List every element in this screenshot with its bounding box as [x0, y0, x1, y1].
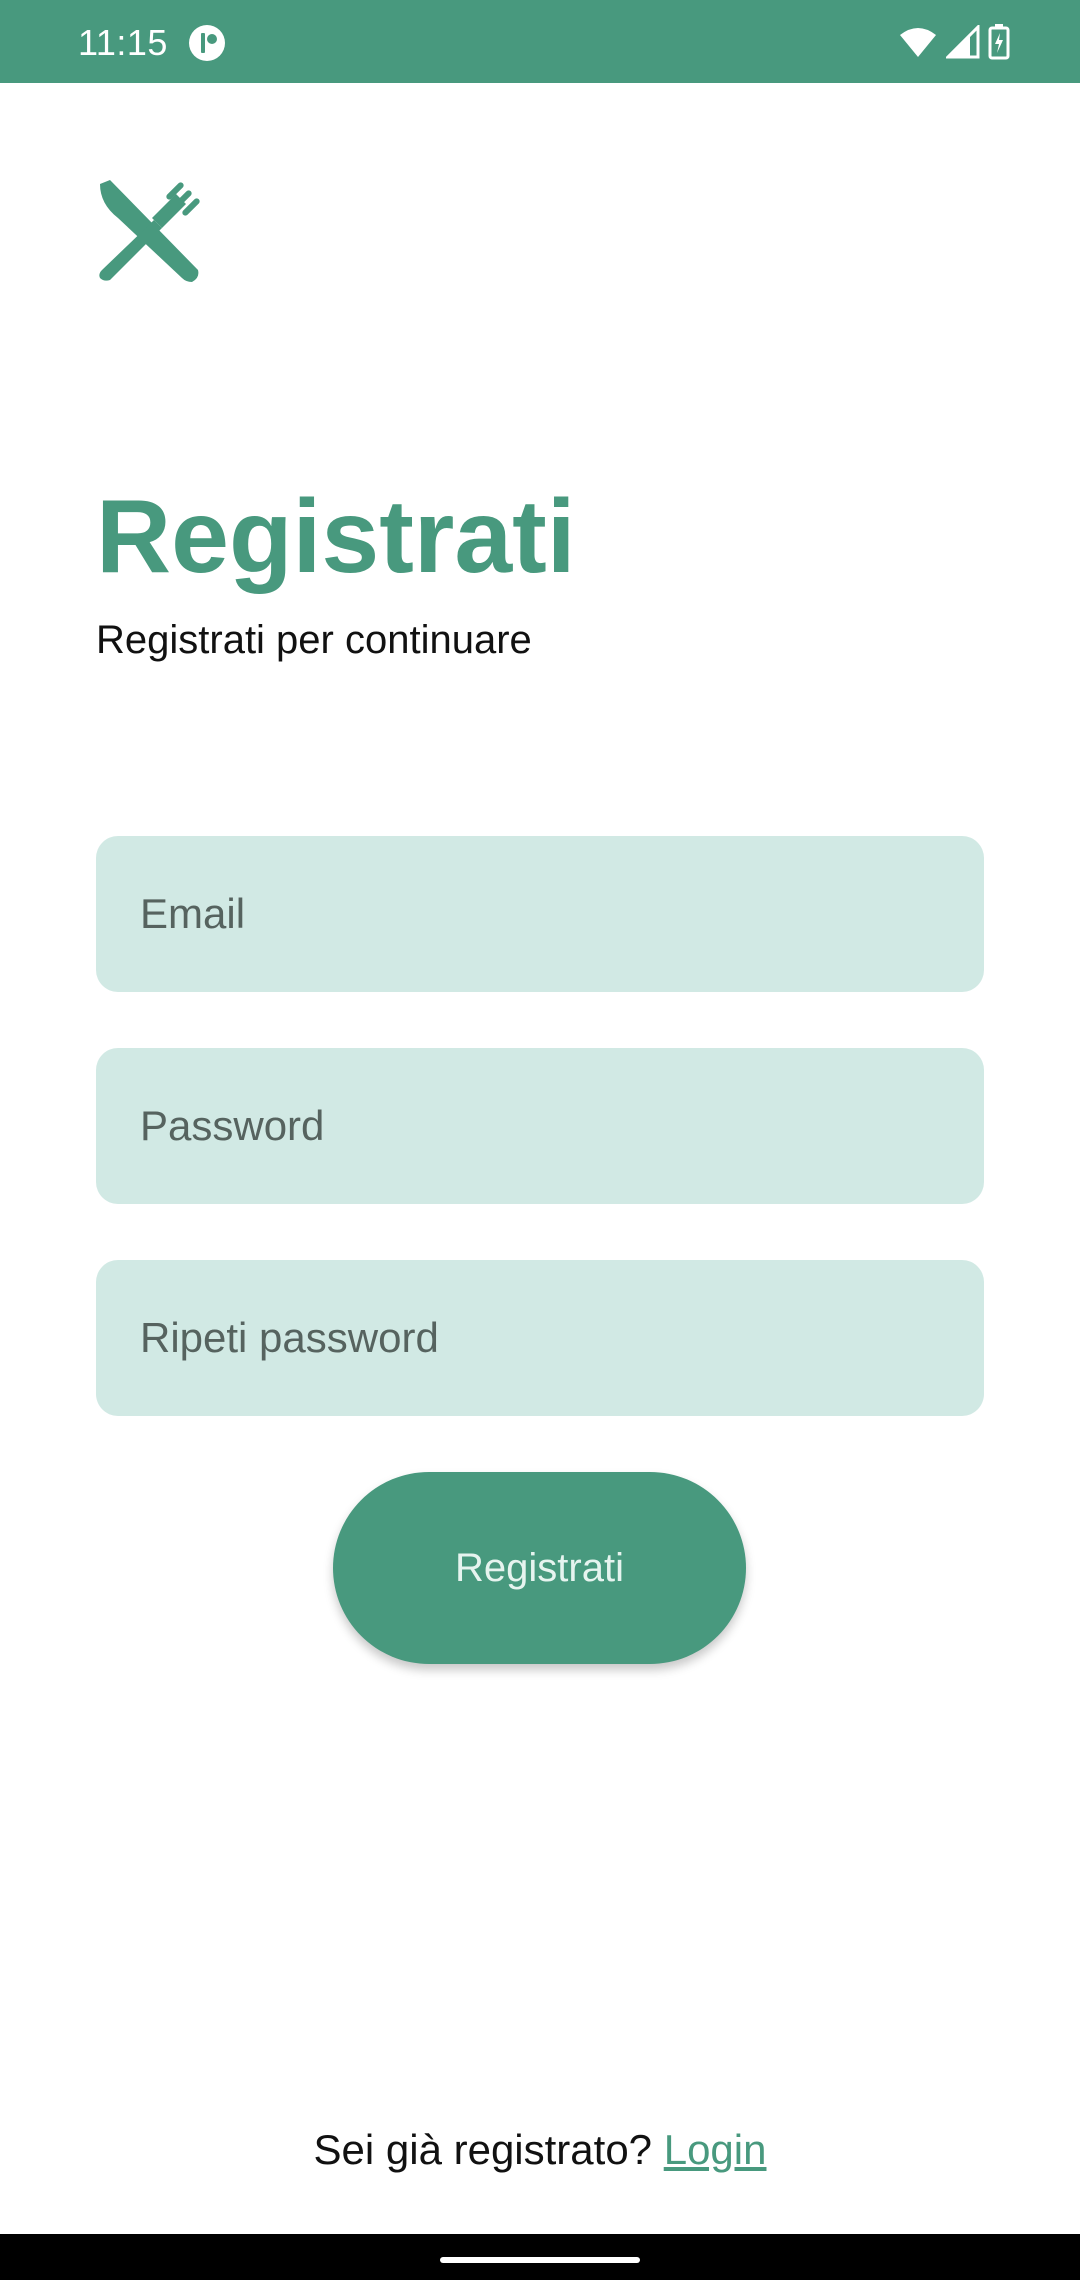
home-handle[interactable] [440, 2257, 640, 2263]
battery-charging-icon [988, 24, 1010, 60]
signal-icon [946, 25, 980, 59]
status-bar: 11:15 [0, 0, 1080, 83]
navigation-bar [0, 2234, 1080, 2280]
app-notification-icon [188, 24, 226, 62]
knife-fork-icon [96, 178, 202, 284]
password-field-container [96, 1048, 984, 1204]
wifi-icon [898, 25, 938, 59]
login-link[interactable]: Login [664, 2126, 767, 2173]
status-icons [898, 22, 1010, 62]
page-subtitle: Registrati per continuare [96, 618, 532, 662]
login-prompt: Sei già registrato? Login [0, 2126, 1080, 2174]
email-field-container [96, 836, 984, 992]
login-prompt-text: Sei già registrato? [313, 2126, 653, 2173]
status-time: 11:15 [78, 22, 168, 63]
register-screen: 11:15 Registrati Registrati per continua… [0, 0, 1080, 2280]
email-field[interactable] [96, 836, 984, 992]
register-button[interactable]: Registrati [333, 1472, 746, 1664]
page-title: Registrati [96, 479, 576, 595]
repeat-password-field[interactable] [96, 1260, 984, 1416]
repeat-password-field-container [96, 1260, 984, 1416]
password-field[interactable] [96, 1048, 984, 1204]
